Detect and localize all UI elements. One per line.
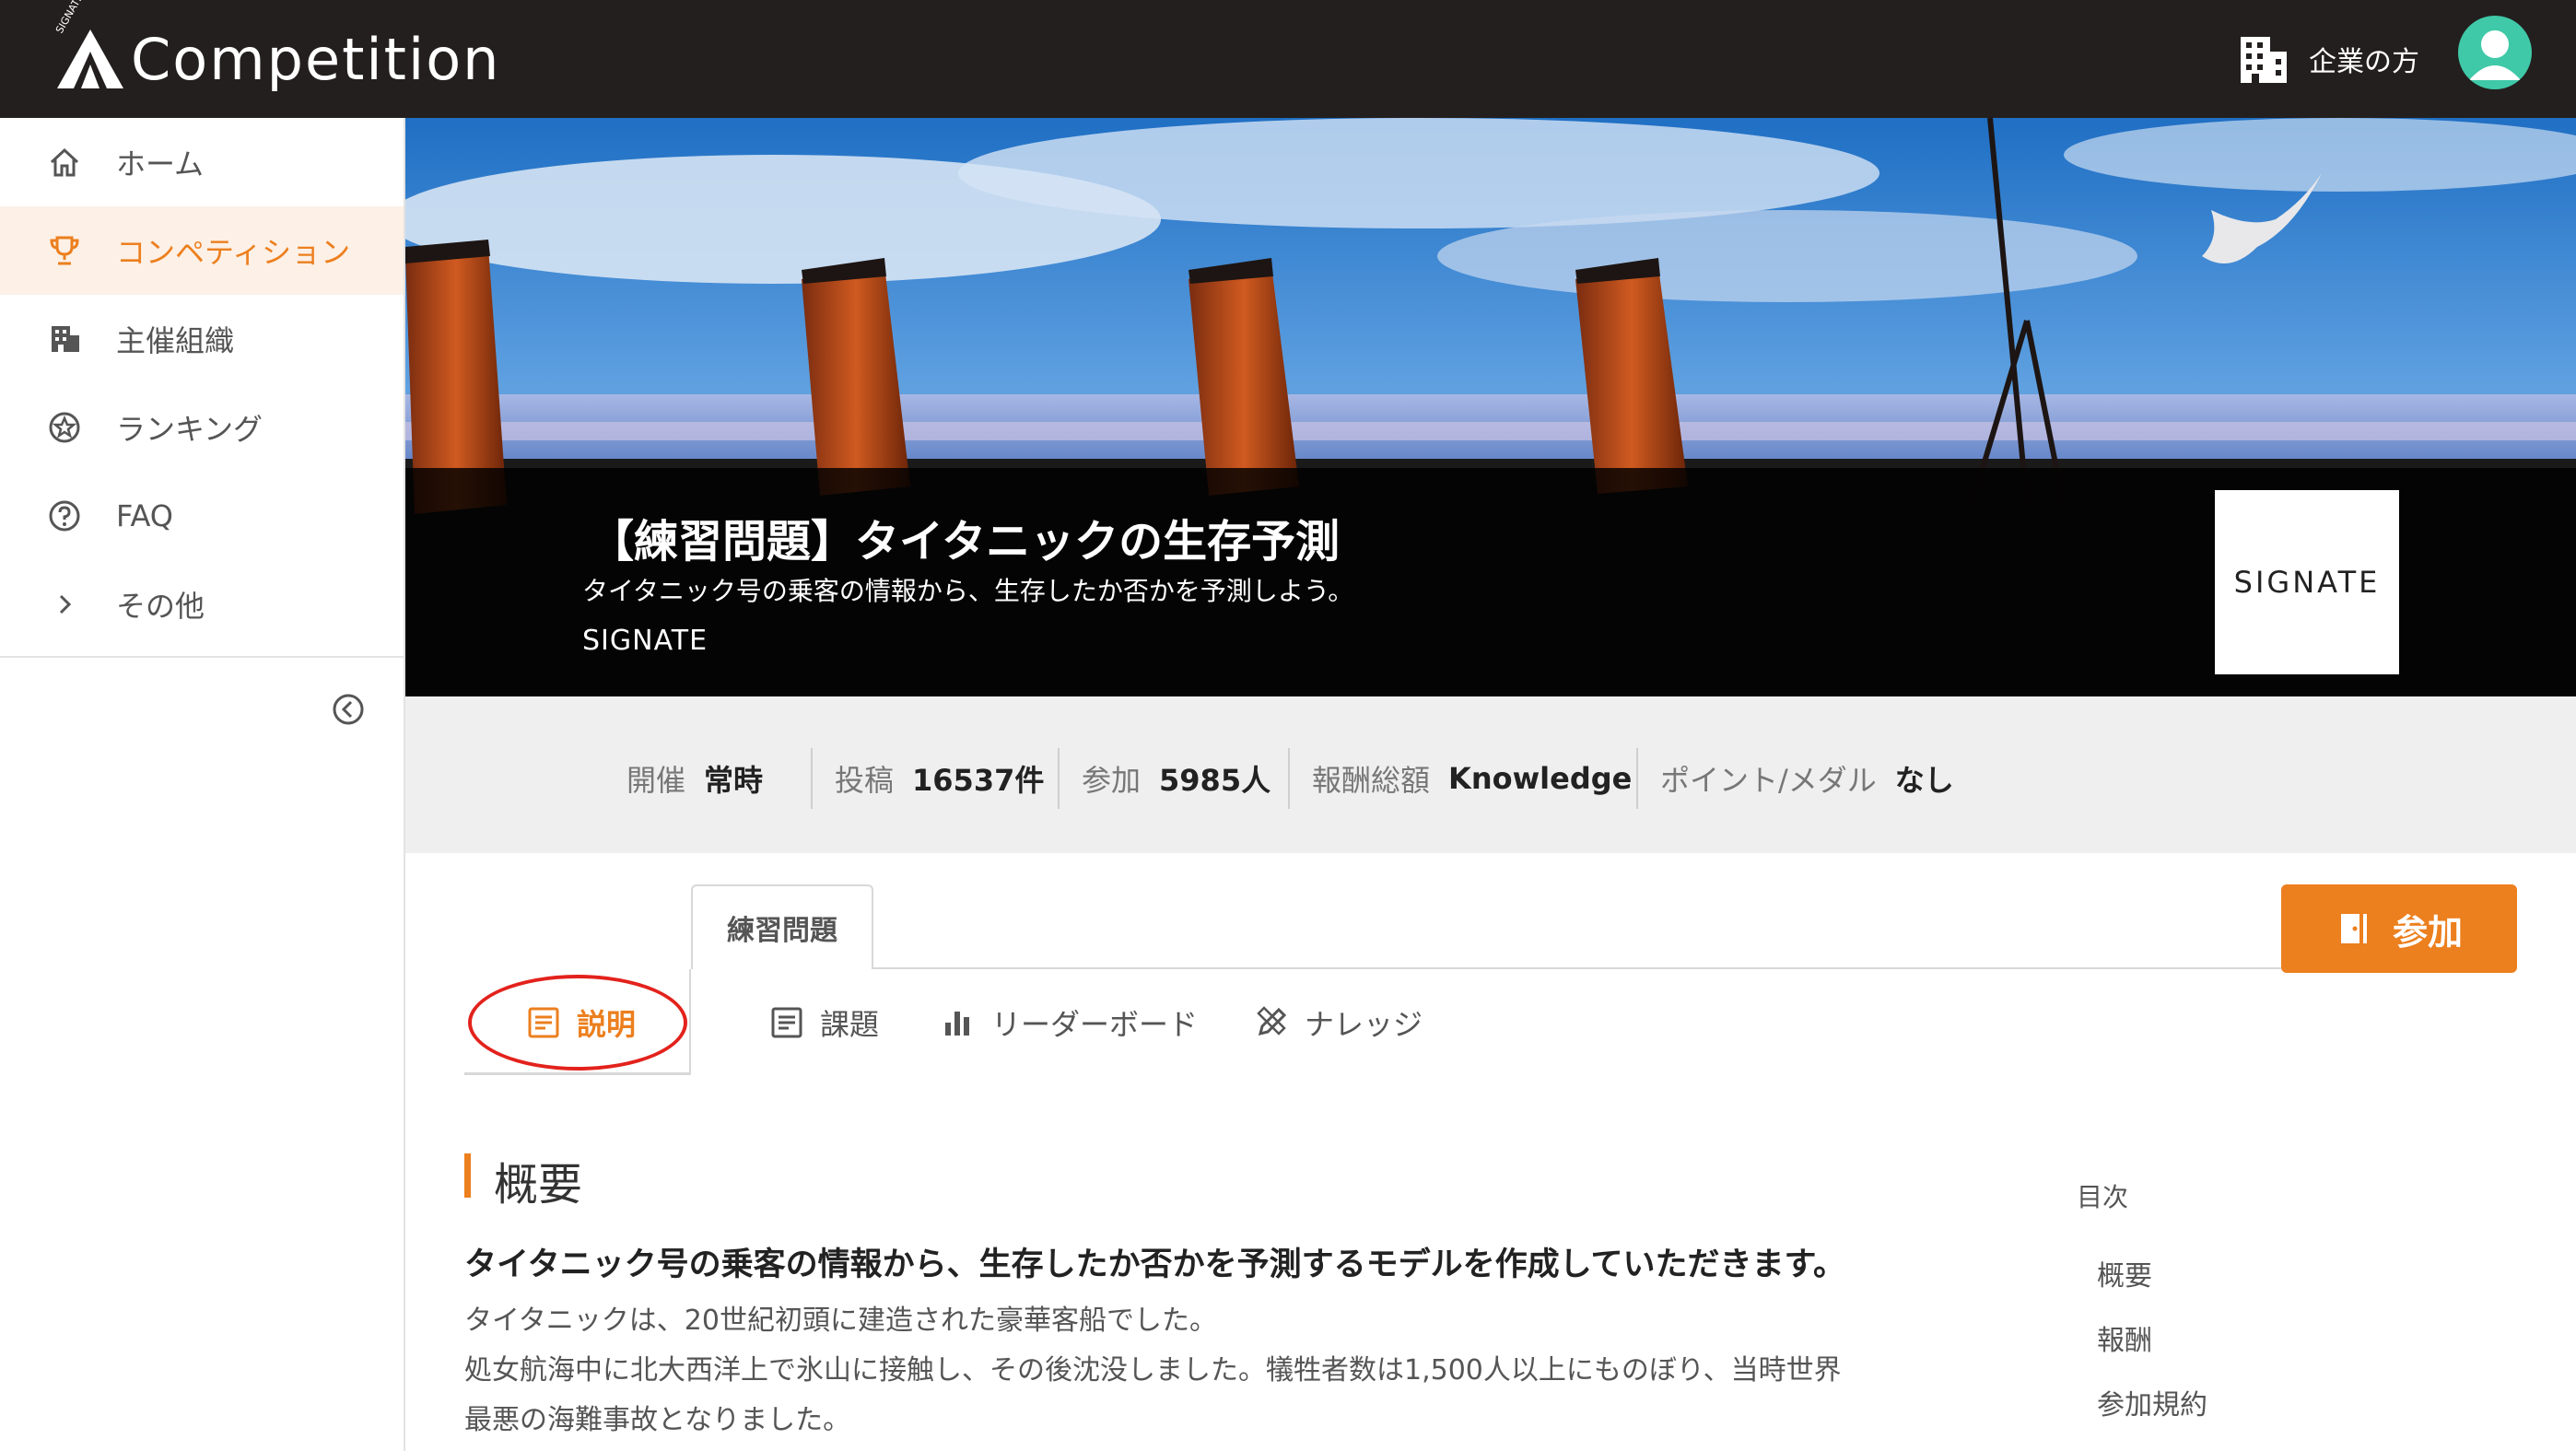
lead-text: タイタニック号の乗客の情報から、生存したか否かを予測するモデルを作成していただき… (464, 1246, 1846, 1283)
toc-title: 目次 (2077, 1182, 2129, 1212)
sidebar: ホーム コンペティション 主催組織 ランキング FAQ その他 (0, 118, 405, 1451)
collapse-sidebar-icon[interactable] (330, 691, 367, 728)
info-points-value: なし (1894, 763, 1954, 798)
corporate-link-label: 企業の方 (2309, 46, 2419, 78)
document-icon (768, 1004, 805, 1041)
sidebar-item-ranking[interactable]: ランキング (0, 383, 404, 472)
sidebar-item-organizers[interactable]: 主催組織 (0, 295, 404, 383)
info-points-label: ポイント/メダル (1660, 763, 1877, 798)
competition-hero: 【練習問題】タイタニックの生存予測 タイタニック号の乗客の情報から、生存したか否… (405, 118, 2576, 696)
chevron-right-icon (46, 586, 83, 623)
top-bar: SIGNATE Competition 企業の方 (0, 0, 2576, 118)
info-period-value: 常時 (704, 763, 764, 798)
door-enter-icon (2336, 910, 2372, 947)
home-icon (46, 144, 83, 181)
sidebar-item-label: コンペティション (116, 235, 351, 270)
section-title: 概要 (494, 1159, 583, 1211)
organizer-logo[interactable]: SIGNATE (2215, 490, 2399, 674)
info-reward-label: 報酬総額 (1312, 763, 1431, 798)
brand[interactable]: SIGNATE Competition (52, 0, 501, 101)
sidebar-item-competition[interactable]: コンペティション (0, 206, 404, 295)
info-participants: 参加 5985人 (1082, 748, 1270, 809)
info-posts-label: 投稿 (835, 763, 895, 798)
info-divider (1288, 748, 1290, 809)
paragraph-line: 処女航海中に北大西洋上で氷山に接触し、その後沈没しました。犠牲者数は1,500人… (464, 1354, 1842, 1387)
tab-knowledge[interactable]: ナレッジ (1253, 995, 1423, 1050)
tab-label: リーダーボード (991, 1007, 1199, 1042)
toc-item-terms[interactable]: 参加規約 (2097, 1382, 2207, 1422)
sidebar-item-label: 主催組織 (116, 323, 235, 358)
category-badge-tab: 練習問題 (691, 884, 873, 969)
building-icon (46, 321, 83, 357)
sidebar-item-label: FAQ (116, 498, 173, 533)
app-title: Competition (131, 25, 501, 93)
tab-divider-line (689, 969, 691, 1074)
competition-title: 【練習問題】タイタニックの生存予測 (590, 516, 1341, 568)
tab-leaderboard[interactable]: リーダーボード (940, 995, 1198, 1050)
trophy-icon (46, 232, 83, 269)
highlight-annotation (468, 975, 687, 1071)
sidebar-item-faq[interactable]: FAQ (0, 472, 404, 560)
competition-info-bar: 開催 常時 投稿 16537件 参加 5985人 報酬総額 Knowledge … (405, 696, 2576, 853)
pencil-ruler-icon (1253, 1004, 1290, 1041)
info-posts-value: 16537件 (912, 763, 1045, 798)
star-badge-icon (46, 409, 83, 446)
tab-label: ナレッジ (1305, 1007, 1423, 1042)
paragraph-line: タイタニックは、20世紀初頭に建造された豪華客船でした。 (464, 1305, 1217, 1337)
join-button[interactable]: 参加 (2281, 884, 2517, 973)
toc-item-overview[interactable]: 概要 (2097, 1253, 2152, 1293)
organizer-name[interactable]: SIGNATE (582, 625, 708, 657)
info-period-label: 開催 (626, 763, 686, 798)
info-divider (1636, 748, 1638, 809)
info-participants-value: 5985人 (1159, 763, 1271, 798)
info-participants-label: 参加 (1082, 763, 1142, 798)
section-accent-bar (464, 1153, 471, 1198)
tab-task[interactable]: 課題 (768, 995, 879, 1050)
info-divider (1058, 748, 1060, 809)
sidebar-item-other[interactable]: その他 (0, 560, 404, 649)
sidebar-item-home[interactable]: ホーム (0, 118, 404, 206)
help-circle-icon (46, 497, 83, 534)
building-icon (2237, 33, 2289, 85)
info-period: 開催 常時 (626, 748, 763, 809)
info-divider (811, 748, 813, 809)
info-reward: 報酬総額 Knowledge (1312, 748, 1632, 809)
sidebar-item-label: その他 (116, 589, 205, 624)
sidebar-item-label: ホーム (116, 146, 205, 181)
active-tab-underline (464, 1072, 691, 1075)
user-avatar[interactable] (2458, 16, 2532, 89)
info-reward-value: Knowledge (1448, 761, 1633, 796)
tab-label: 課題 (820, 1007, 880, 1042)
competition-subtitle: タイタニック号の乗客の情報から、生存したか否かを予測しよう。 (582, 576, 1354, 606)
info-posts: 投稿 16537件 (835, 748, 1044, 809)
corporate-link[interactable]: 企業の方 (2237, 33, 2419, 85)
tab-divider-line (872, 967, 2281, 969)
bar-chart-icon (940, 1004, 977, 1041)
sidebar-divider (0, 656, 404, 658)
join-button-label: 参加 (2392, 911, 2463, 953)
sidebar-item-label: ランキング (116, 412, 263, 447)
signate-logo-icon: SIGNATE (52, 0, 125, 94)
paragraph-line: 最悪の海難事故となりました。 (464, 1404, 851, 1436)
toc-item-reward[interactable]: 報酬 (2097, 1317, 2152, 1358)
info-points: ポイント/メダル なし (1660, 748, 1954, 809)
